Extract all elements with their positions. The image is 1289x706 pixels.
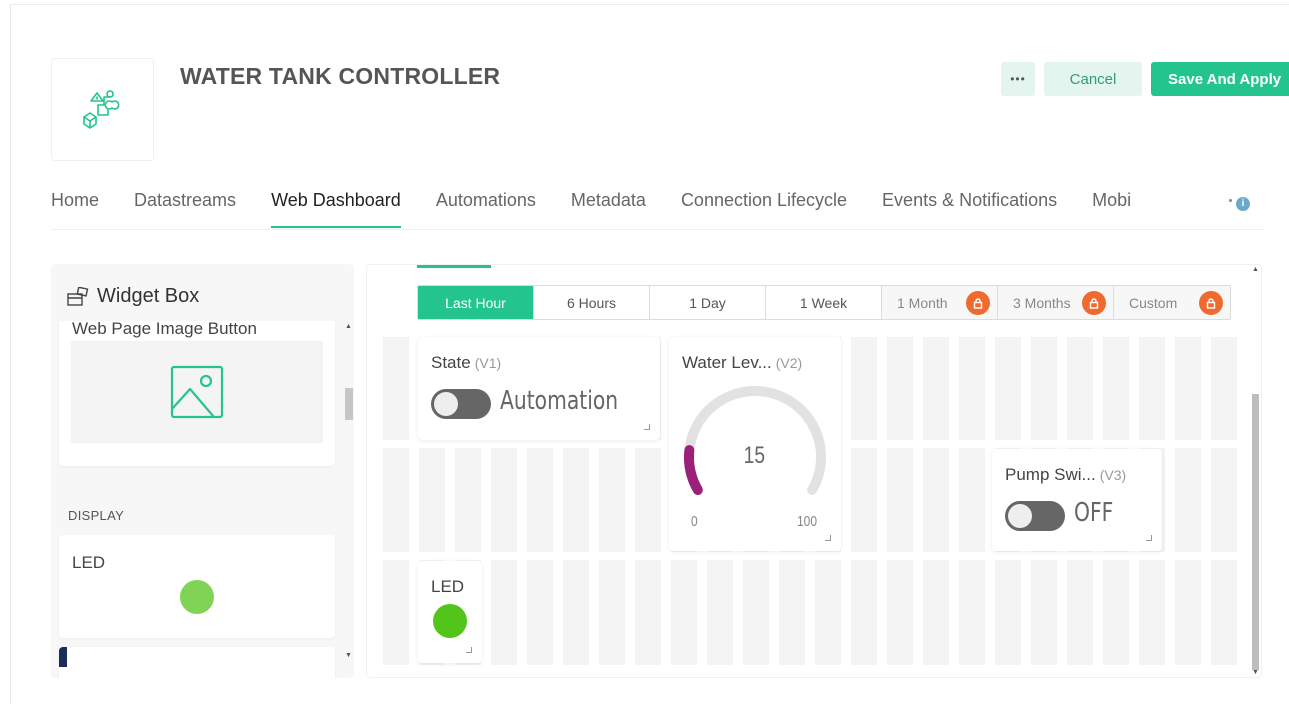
widget-list[interactable]: Web Page Image Button DISPLAY LED bbox=[51, 321, 354, 678]
widget-pin: (V2) bbox=[775, 355, 803, 371]
product-icon bbox=[82, 89, 119, 129]
led-indicator bbox=[433, 604, 467, 638]
widget-title: State (V1) bbox=[431, 353, 501, 373]
widget-pin: (V3) bbox=[1099, 467, 1127, 483]
page-title: WATER TANK CONTROLLER bbox=[180, 63, 501, 89]
pump-switch-label: OFF bbox=[1074, 498, 1114, 528]
grid-column bbox=[851, 337, 877, 665]
save-and-apply-button[interactable]: Save And Apply bbox=[1151, 62, 1289, 96]
grid-column bbox=[923, 337, 949, 665]
scroll-thumb[interactable] bbox=[345, 388, 353, 420]
time-option-label: Custom bbox=[1129, 294, 1178, 311]
widget-title: Pump Swi... (V3) bbox=[1005, 465, 1126, 485]
cancel-button[interactable]: Cancel bbox=[1044, 62, 1142, 96]
resize-handle[interactable] bbox=[644, 424, 650, 430]
state-switch-label: Automation bbox=[500, 386, 619, 416]
more-options-button[interactable]: ••• bbox=[1001, 62, 1035, 96]
info-icon[interactable]: i bbox=[1236, 197, 1250, 211]
time-last-hour-button[interactable]: Last Hour bbox=[418, 286, 534, 319]
grid-column bbox=[1175, 337, 1201, 665]
resize-handle[interactable] bbox=[1146, 535, 1152, 541]
resize-handle[interactable] bbox=[466, 647, 472, 653]
product-logo[interactable] bbox=[51, 58, 154, 161]
widget-title-text: Water Lev... bbox=[682, 353, 772, 372]
widget-item-accent bbox=[59, 647, 67, 667]
canvas-scroll-down-arrow[interactable]: ▼ bbox=[1252, 669, 1259, 676]
widget-box-icon bbox=[67, 286, 89, 306]
widget-item-label: LED bbox=[72, 553, 106, 572]
tab-automations[interactable]: Automations bbox=[436, 190, 536, 228]
grid-row-gap bbox=[383, 552, 1251, 560]
time-1-month-button[interactable]: 1 Month bbox=[882, 286, 998, 319]
widget-state-switch[interactable]: State (V1) Automation bbox=[418, 337, 660, 440]
tabs-overflow-dot bbox=[1229, 199, 1232, 202]
scroll-down-arrow[interactable]: ▼ bbox=[345, 652, 352, 659]
canvas-scroll-thumb[interactable] bbox=[1252, 394, 1259, 670]
canvas-scroll-up-arrow[interactable]: ▲ bbox=[1252, 266, 1259, 273]
widget-item-image-button[interactable]: Web Page Image Button bbox=[59, 321, 335, 466]
gauge-track bbox=[684, 386, 826, 495]
led-preview-icon bbox=[180, 580, 214, 614]
resize-handle[interactable] bbox=[825, 535, 831, 541]
scroll-up-arrow[interactable]: ▲ bbox=[345, 323, 352, 330]
widget-list-scrollbar[interactable] bbox=[344, 322, 354, 664]
state-toggle[interactable] bbox=[431, 389, 491, 419]
widget-water-level-gauge[interactable]: Water Lev... (V2) 15 0 100 bbox=[669, 337, 841, 551]
gauge-fill bbox=[684, 445, 703, 495]
gauge-value: 15 bbox=[743, 442, 766, 469]
widget-pin: (V1) bbox=[474, 355, 502, 371]
image-icon bbox=[170, 365, 224, 419]
time-option-label: 1 Month bbox=[897, 294, 948, 311]
tab-web-dashboard[interactable]: Web Dashboard bbox=[271, 190, 401, 228]
tab-mobile[interactable]: Mobi bbox=[1092, 190, 1131, 228]
lock-icon bbox=[1082, 291, 1106, 315]
section-display-label: DISPLAY bbox=[68, 508, 125, 523]
widget-pump-switch[interactable]: Pump Swi... (V3) OFF bbox=[992, 449, 1162, 551]
grid-column bbox=[383, 337, 409, 665]
widget-item-next[interactable] bbox=[59, 647, 335, 678]
grid-column bbox=[887, 337, 913, 665]
tab-connection-lifecycle[interactable]: Connection Lifecycle bbox=[681, 190, 847, 228]
widget-box-panel: Widget Box Web Page Image Button DISPLAY… bbox=[51, 264, 354, 678]
widget-box-header: Widget Box bbox=[67, 285, 199, 308]
widget-led[interactable]: LED bbox=[418, 561, 482, 663]
canvas-tab-indicator bbox=[417, 265, 491, 268]
toggle-knob bbox=[434, 392, 458, 416]
widget-box-title: Widget Box bbox=[97, 285, 200, 307]
tab-home[interactable]: Home bbox=[51, 190, 99, 228]
image-preview bbox=[71, 341, 323, 443]
widget-title: Water Lev... (V2) bbox=[682, 353, 802, 373]
tabs-divider bbox=[51, 229, 1263, 230]
widget-item-led[interactable]: LED bbox=[59, 535, 335, 638]
widget-title-text: Pump Swi... bbox=[1005, 465, 1096, 484]
pump-toggle[interactable] bbox=[1005, 501, 1065, 531]
tab-events-notifications[interactable]: Events & Notifications bbox=[882, 190, 1057, 228]
toggle-knob bbox=[1008, 504, 1032, 528]
tab-metadata[interactable]: Metadata bbox=[571, 190, 646, 228]
lock-icon bbox=[1199, 291, 1223, 315]
time-6-hours-button[interactable]: 6 Hours bbox=[534, 286, 650, 319]
gauge-max-label: 100 bbox=[797, 513, 818, 530]
gauge-min-label: 0 bbox=[691, 513, 698, 530]
widget-title: LED bbox=[431, 577, 465, 596]
time-1-week-button[interactable]: 1 Week bbox=[766, 286, 882, 319]
time-3-months-button[interactable]: 3 Months bbox=[998, 286, 1114, 319]
time-option-label: 3 Months bbox=[1013, 294, 1071, 311]
lock-icon bbox=[966, 291, 990, 315]
time-range-selector: Last Hour 6 Hours 1 Day 1 Week 1 Month 3… bbox=[417, 285, 1231, 320]
grid-column bbox=[1211, 337, 1237, 665]
time-1-day-button[interactable]: 1 Day bbox=[650, 286, 766, 319]
dashboard-canvas: Last Hour 6 Hours 1 Day 1 Week 1 Month 3… bbox=[366, 264, 1262, 678]
grid-column bbox=[959, 337, 985, 665]
time-custom-button[interactable]: Custom bbox=[1114, 286, 1230, 319]
template-tabs: Home Datastreams Web Dashboard Automatio… bbox=[51, 190, 1166, 230]
widget-title-text: State bbox=[431, 353, 471, 372]
widget-item-label: Web Page Image Button bbox=[72, 321, 257, 338]
tab-datastreams[interactable]: Datastreams bbox=[134, 190, 236, 228]
